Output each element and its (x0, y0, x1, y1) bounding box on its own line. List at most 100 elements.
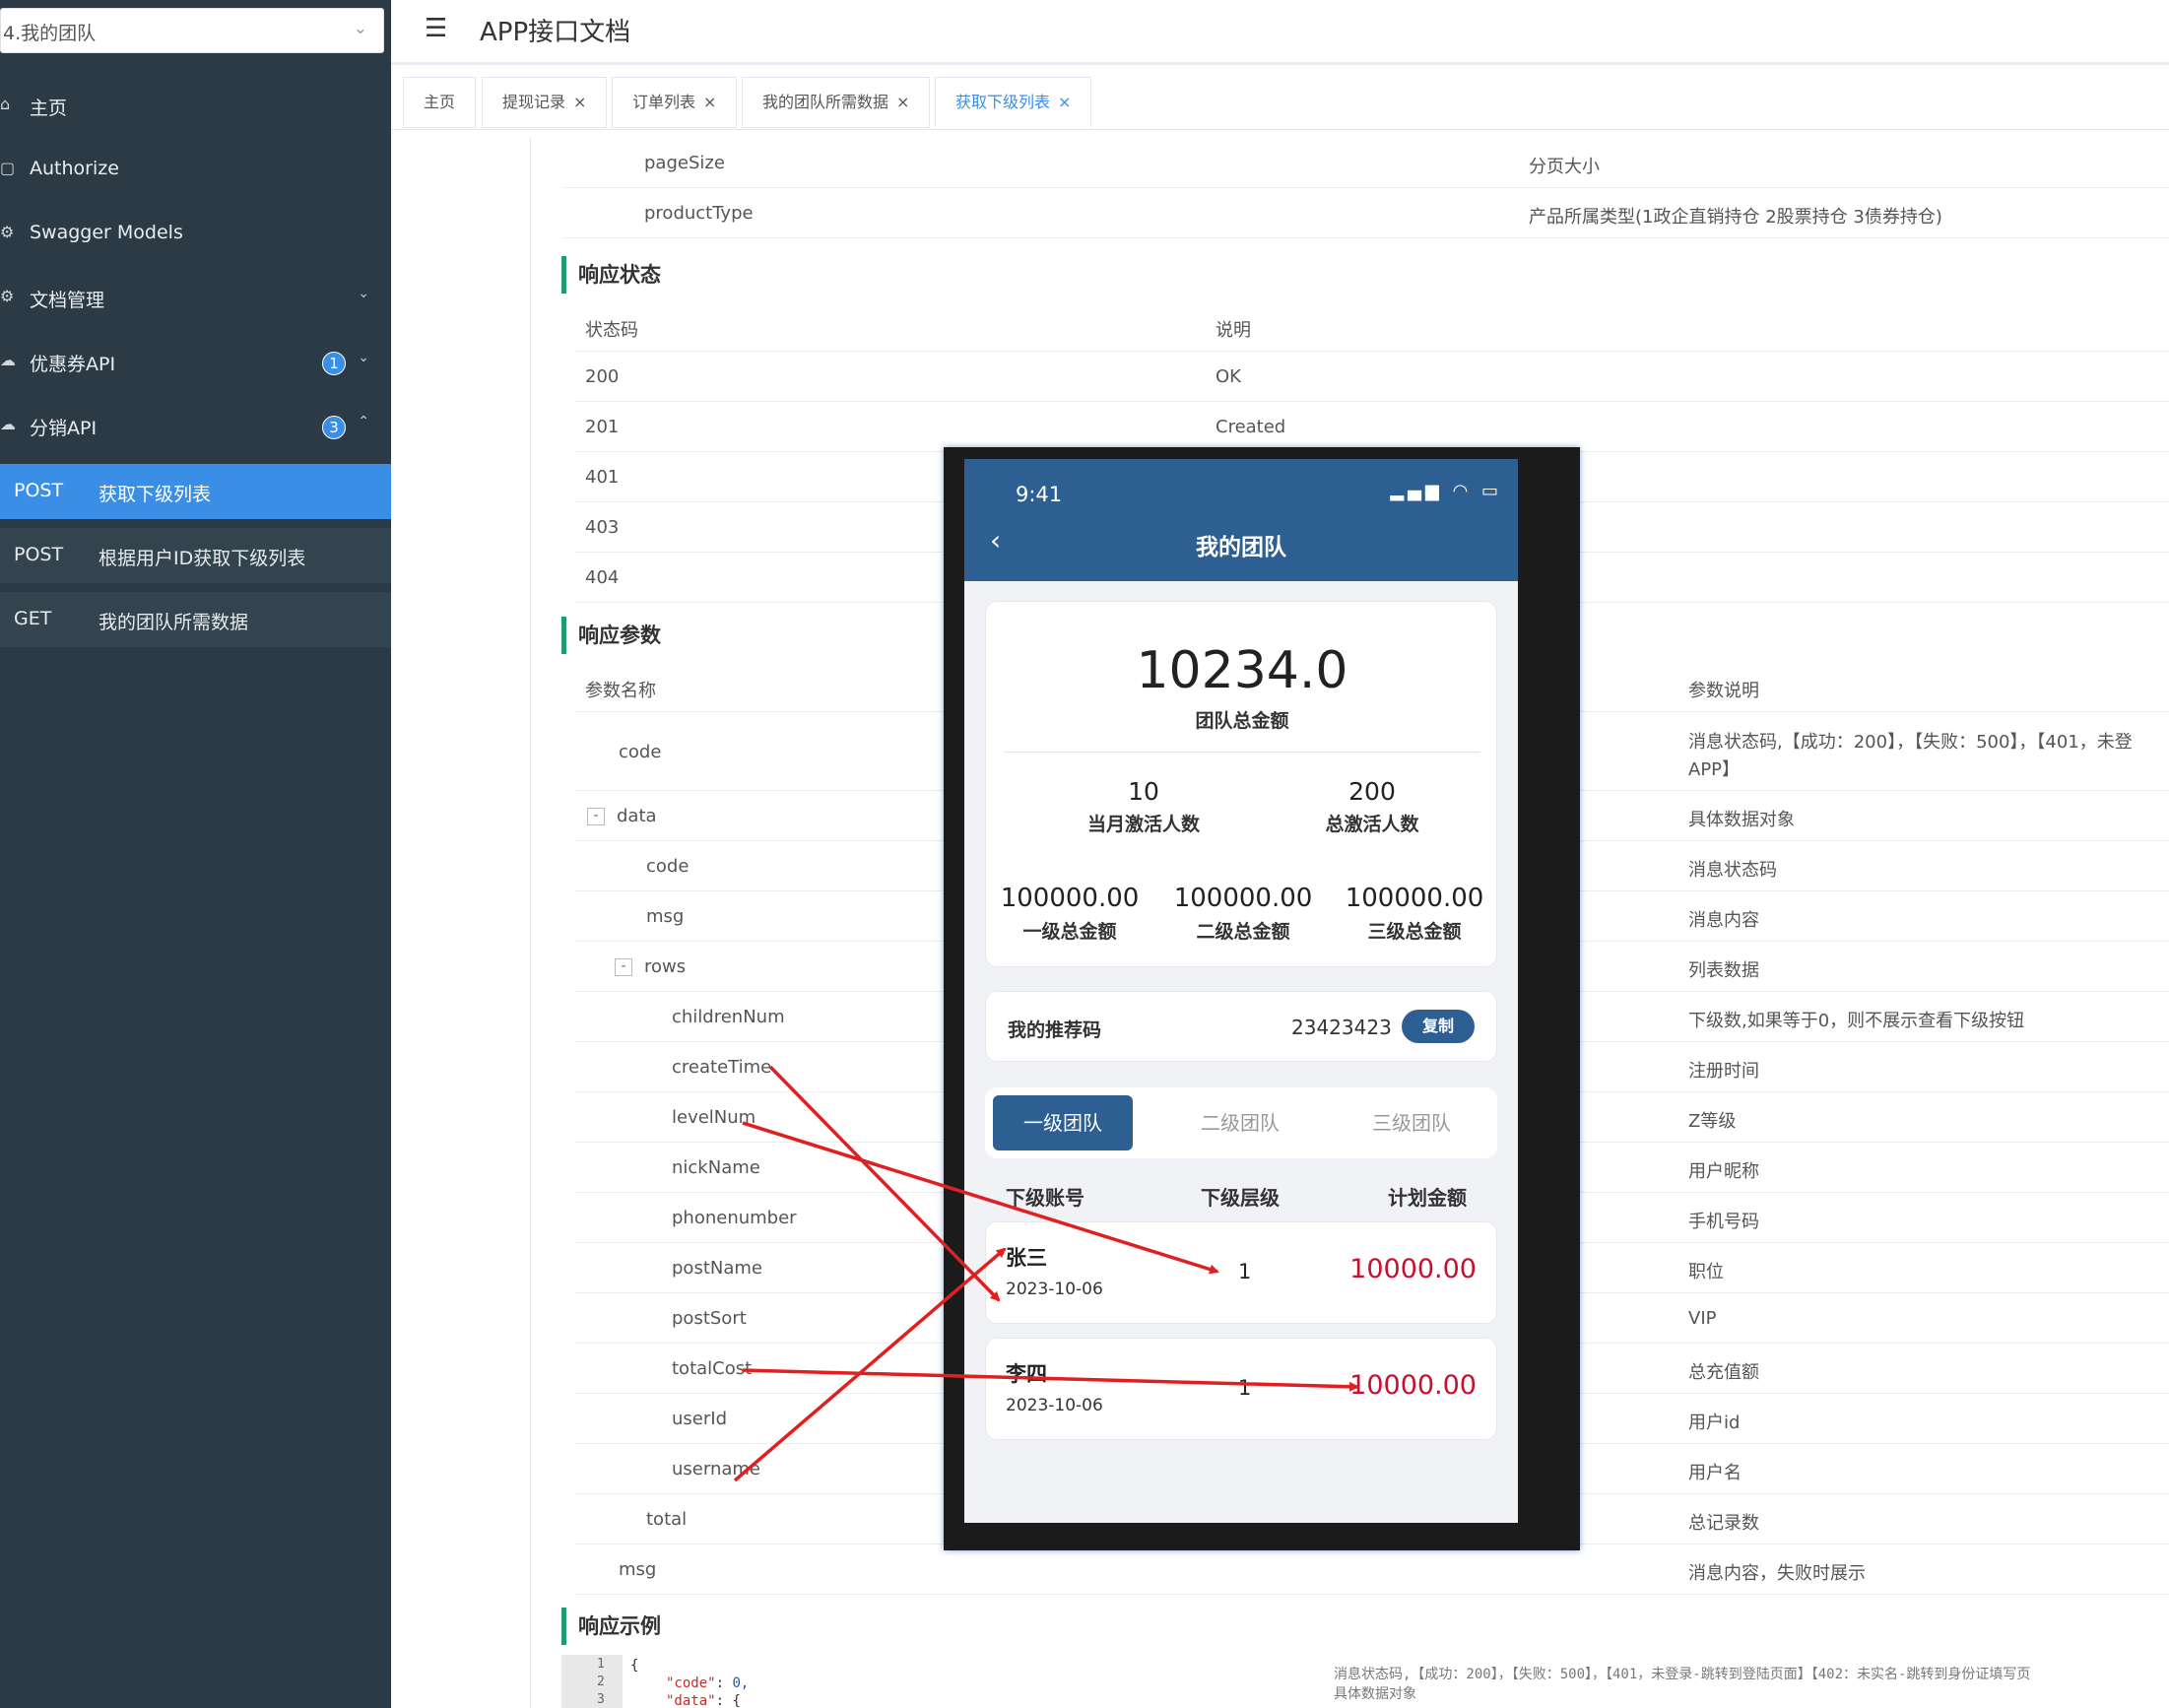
chevron-up-icon: ⌃ (358, 414, 369, 429)
models-icon: ⚙ (0, 223, 15, 241)
param-desc: VIP (1688, 1308, 1717, 1329)
tab-level3-team[interactable]: 三级团队 (1342, 1095, 1481, 1150)
member-name: 李四 (1006, 1362, 1047, 1386)
team-total-label: 团队总金额 (1195, 710, 1289, 732)
member-date: 2023-10-06 (1006, 1396, 1103, 1415)
param-name: code (619, 742, 662, 762)
response-status-title: 响应状态 (561, 256, 661, 294)
close-icon[interactable]: × (573, 93, 586, 111)
level3-total: 100000.00 三级总金额 (1331, 884, 1498, 944)
tab-bar: 主页 提现记录 × 订单列表 × 我的团队所需数据 × 获取下级列表 × (391, 75, 2169, 130)
sidebar-item-label: Swagger Models (30, 222, 183, 243)
code-editor[interactable]: { "code": 0, "data": { (630, 1657, 749, 1708)
tab-get-sub-list[interactable]: 获取下级列表 × (935, 77, 1092, 128)
member-name: 张三 (1006, 1246, 1047, 1270)
stat-label: 总激活人数 (1325, 814, 1419, 835)
param-desc: 消息内容 (1688, 910, 1759, 931)
stat-monthly-active: 10 当月激活人数 (1045, 777, 1242, 836)
sidebar-item-label: 优惠券API (30, 354, 116, 375)
api-label: 获取下级列表 (99, 484, 212, 505)
team-total-amount: 10234.0 (1136, 641, 1348, 700)
sidebar-item-doc-management[interactable]: ⚙ 文档管理 ⌄ (0, 267, 391, 331)
menu-toggle-icon[interactable]: ☰ (425, 14, 447, 43)
sidebar-item-home[interactable]: ⌂ 主页 (0, 75, 391, 139)
doc-group-select-value: 4.我的团队 (3, 23, 97, 44)
sidebar-item-authorize[interactable]: ▢ Authorize (0, 139, 391, 203)
comment-line: 具体数据对象 (1334, 1686, 1416, 1702)
param-name: msg (646, 906, 685, 927)
sidebar-api-get-sub-list-by-user[interactable]: POST 根据用户ID获取下级列表 (0, 528, 391, 583)
member-amount: 10000.00 (1349, 1254, 1477, 1284)
member-card[interactable]: 张三 2023-10-06 1 10000.00 (985, 1221, 1497, 1324)
tab-level1-team[interactable]: 一级团队 (993, 1095, 1133, 1150)
sidebar-item-swagger-models[interactable]: ⚙ Swagger Models (0, 203, 391, 267)
close-icon[interactable]: × (896, 93, 909, 111)
json-key: "data" (666, 1693, 716, 1708)
response-params-title: 响应参数 (561, 617, 661, 654)
param-desc: 总充值额 (1688, 1362, 1759, 1383)
sidebar-item-coupon-api[interactable]: ☁ 优惠券API 1 ⌄ (0, 331, 391, 395)
stat-total-active: 200 总激活人数 (1274, 777, 1471, 836)
collapse-toggle[interactable]: - (615, 958, 632, 976)
param-name: postName (672, 1258, 762, 1279)
tab-level2-team[interactable]: 二级团队 (1170, 1095, 1310, 1150)
status-time: 9:41 (1016, 483, 1063, 506)
document-icon: ⚙ (0, 287, 15, 305)
close-icon[interactable]: × (1058, 93, 1071, 111)
sidebar-api-my-team-data[interactable]: GET 我的团队所需数据 (0, 592, 391, 647)
count-badge: 3 (322, 416, 346, 439)
referral-label: 我的推荐码 (1008, 1019, 1102, 1041)
param-name: username (672, 1459, 760, 1479)
lock-icon: ▢ (0, 159, 16, 177)
member-amount: 10000.00 (1349, 1370, 1477, 1401)
level-label: 一级总金额 (1022, 921, 1117, 943)
line-number: 1 (597, 1657, 605, 1672)
param-desc: 消息内容，失败时展示 (1688, 1563, 1866, 1584)
copy-button[interactable]: 复制 (1402, 1010, 1475, 1043)
level-value: 100000.00 (1000, 884, 1140, 913)
param-desc: 消息状态码,【成功：200】，【失败：500】，【401，未登 (1688, 732, 2133, 753)
member-level: 1 (1238, 1260, 1252, 1283)
param-name: total (646, 1509, 688, 1530)
team-summary-card: 10234.0 团队总金额 10 当月激活人数 200 总激活人数 100000… (985, 601, 1497, 967)
signal-wifi-battery-icon: ▂▄▆ ◠ ▭ (1390, 481, 1502, 501)
chevron-down-icon: ⌄ (358, 350, 369, 365)
status-code: 401 (585, 467, 620, 488)
param-desc: 注册时间 (1688, 1061, 1759, 1082)
close-icon[interactable]: × (703, 93, 716, 111)
level1-total: 100000.00 一级总金额 (986, 884, 1153, 944)
cloud-icon: ☁ (0, 351, 16, 369)
level-value: 100000.00 (1173, 884, 1313, 913)
collapse-toggle[interactable]: - (587, 808, 605, 825)
tab-order-list[interactable]: 订单列表 × (612, 77, 738, 128)
phone-page-title: 我的团队 (1196, 535, 1286, 560)
member-card[interactable]: 李四 2023-10-06 1 10000.00 (985, 1338, 1497, 1440)
param-desc: 用户昵称 (1688, 1161, 1759, 1182)
doc-group-select[interactable]: 4.我的团队 ⌄ (0, 8, 384, 53)
param-name: productType (644, 203, 754, 224)
stat-value: 10 (1128, 777, 1159, 806)
api-label: 我的团队所需数据 (99, 612, 249, 633)
line-number: 2 (597, 1675, 605, 1689)
param-desc: 消息状态码 (1688, 860, 1777, 881)
param-desc: 手机号码 (1688, 1212, 1759, 1232)
param-desc: Z等级 (1688, 1111, 1737, 1132)
tab-my-team-data[interactable]: 我的团队所需数据 × (742, 77, 931, 128)
column-header: 计划金额 (1388, 1186, 1467, 1210)
tab-withdraw-records[interactable]: 提现记录 × (482, 77, 608, 128)
sidebar-api-get-sub-list[interactable]: POST 获取下级列表 (0, 464, 391, 519)
sidebar-item-distribution-api[interactable]: ☁ 分销API 3 ⌃ (0, 395, 391, 459)
json-value: { (732, 1693, 741, 1708)
line-number: 3 (597, 1692, 605, 1707)
param-name: postSort (672, 1308, 747, 1329)
param-name: pageSize (644, 153, 725, 173)
code-gutter: 1 2 3 (561, 1655, 623, 1708)
sidebar-item-label: 文档管理 (30, 290, 105, 311)
tab-home[interactable]: 主页 (403, 77, 477, 128)
level-label: 二级总金额 (1196, 921, 1290, 943)
status-code: 404 (585, 567, 620, 588)
count-badge: 1 (322, 352, 346, 375)
column-header: 说明 (1216, 320, 1251, 341)
param-desc: 用户名 (1688, 1463, 1742, 1483)
param-name: data (617, 806, 657, 826)
